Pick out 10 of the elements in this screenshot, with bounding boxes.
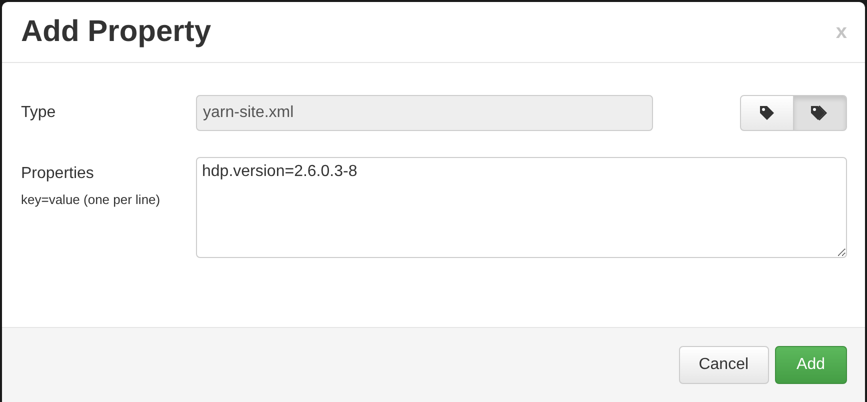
tag-icon xyxy=(759,105,775,121)
tag-toggle-button[interactable] xyxy=(740,95,794,131)
type-label: Type xyxy=(21,104,57,122)
cancel-button[interactable]: Cancel xyxy=(678,346,769,384)
properties-hint: key=value (one per line) xyxy=(21,192,162,207)
properties-label: Properties xyxy=(21,165,95,183)
dialog-title: Add Property xyxy=(21,15,212,49)
tags-icon xyxy=(810,105,830,121)
tag-toggle-button[interactable] xyxy=(793,95,847,131)
properties-field[interactable]: hdp.version=2.6.0.3-8 xyxy=(196,157,847,258)
